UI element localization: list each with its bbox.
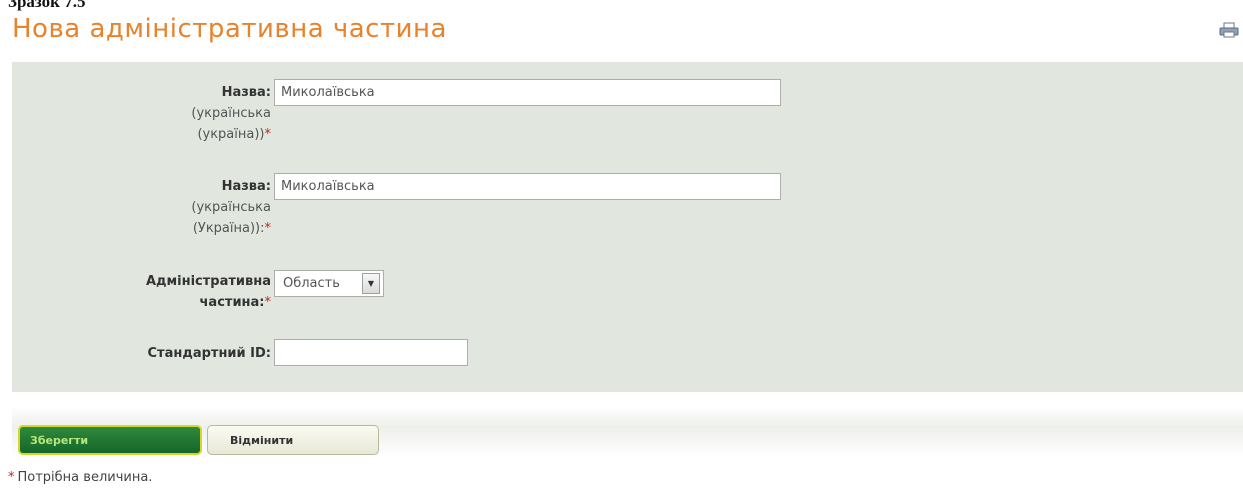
standard-id-label-text: Стандартний ID: — [147, 346, 272, 361]
form-panel: Назва: (українська (україна))* Назва: (у… — [12, 62, 1243, 392]
name-language-line1: (українська — [191, 106, 271, 121]
name-ukrainian-input[interactable] — [274, 79, 781, 106]
standard-id-input[interactable] — [274, 339, 468, 366]
admin-part-label-line2: частина: — [199, 295, 265, 310]
cancel-button-label: Відмінити — [230, 433, 294, 447]
standard-id-label: Стандартний ID: — [148, 343, 272, 364]
printer-icon[interactable] — [1219, 22, 1239, 38]
name-label: Назва: — [221, 179, 271, 194]
name-language-line2: (Україна)): — [192, 221, 265, 236]
name-ukraine-input[interactable] — [274, 173, 781, 200]
caption: Зразок 7.5 — [8, 0, 86, 11]
name-label: Назва: — [221, 85, 271, 100]
required-marker: * — [264, 127, 272, 142]
required-footnote: * Потрібна величина. — [8, 468, 152, 488]
required-marker: * — [8, 470, 15, 485]
name-ukrainian-label: Назва: (українська (україна))* — [191, 82, 271, 145]
admin-part-label-line1: Адміністративна — [145, 274, 271, 289]
required-marker: * — [264, 221, 272, 236]
chevron-down-icon[interactable]: ▼ — [362, 273, 380, 294]
save-button-label: Зберегти — [30, 433, 89, 447]
name-language-line1: (українська — [191, 200, 271, 215]
name-ukraine-label: Назва: (українська (Україна)):* — [191, 176, 271, 239]
save-button[interactable]: Зберегти — [18, 425, 202, 455]
admin-part-label: Адміністративна частина:* — [146, 271, 271, 313]
cancel-button[interactable]: Відмінити — [207, 425, 379, 455]
required-marker: * — [264, 295, 272, 310]
name-language-line2: (україна)) — [197, 127, 265, 142]
admin-part-selected-value: Область — [283, 276, 340, 291]
page-title: Нова адміністративна частина — [12, 14, 447, 44]
footnote-text: Потрібна величина. — [17, 470, 153, 485]
admin-part-select[interactable]: Область ▼ — [274, 270, 384, 297]
